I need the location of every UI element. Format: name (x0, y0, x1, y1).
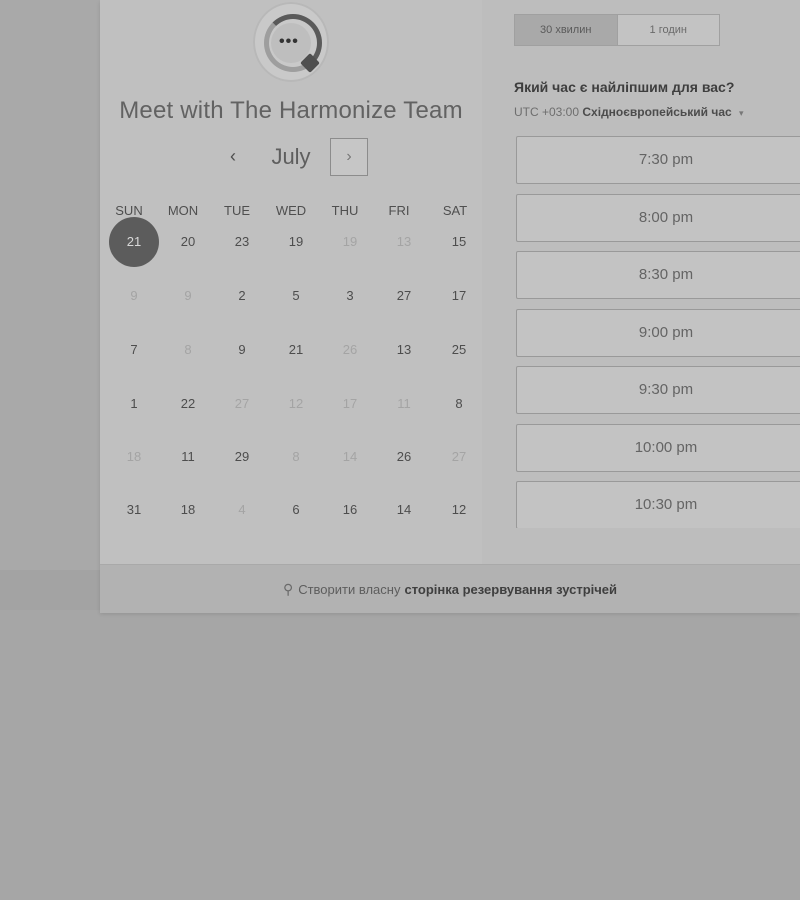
calendar-day: 8 (184, 342, 192, 357)
calendar-day: 26 (342, 342, 358, 357)
calendar-day: 12 (288, 396, 304, 411)
duration-toggle: 30 хвилин 1 годин (514, 14, 720, 46)
calendar-day[interactable]: 23 (215, 232, 269, 252)
footer: ⚲ Створити власну сторінка резервування … (100, 564, 800, 613)
calendar-day[interactable]: 9 (215, 340, 269, 360)
calendar-day[interactable]: 27 (377, 286, 431, 306)
calendar-day: 14 (342, 449, 358, 464)
calendar-day-selected[interactable]: 21 (109, 217, 159, 267)
time-slot-button[interactable]: 10:30 pm (516, 481, 800, 528)
calendar-day[interactable]: 7 (107, 340, 161, 360)
time-slot-button[interactable]: 9:00 pm (516, 308, 800, 357)
calendar-day[interactable]: 12 (432, 500, 486, 520)
meeting-widget: ••• Meet with The Harmonize Team ‹ July … (100, 0, 800, 613)
calendar-day[interactable]: 29 (215, 447, 269, 467)
calendar-day[interactable]: 2 (215, 286, 269, 306)
calendar-day[interactable]: 25 (432, 340, 486, 360)
calendar-day: 19 (342, 234, 358, 249)
time-panel: 30 хвилин 1 годин Який час є найліпшим д… (482, 0, 800, 564)
duration-30-button[interactable]: 30 хвилин (515, 15, 618, 45)
calendar-day[interactable]: 26 (377, 447, 431, 467)
calendar-day[interactable]: 19 (269, 232, 323, 252)
calendar-day[interactable]: 22 (161, 394, 215, 414)
time-slot-button[interactable]: 8:30 pm (516, 251, 800, 299)
calendar-day: 27 (234, 396, 250, 411)
calendar-day[interactable]: 1 (107, 394, 161, 414)
footer-text: Створити власну (298, 581, 401, 597)
calendar-day: 27 (451, 449, 467, 464)
calendar-day: 11 (397, 396, 411, 411)
caret-down-icon: ▾ (739, 108, 744, 118)
calendar-day[interactable]: 21 (269, 340, 323, 360)
calendar-day[interactable]: 3 (323, 286, 377, 306)
calendar-day[interactable]: 15 (432, 232, 486, 252)
hubspot-icon: ⚲ (282, 580, 294, 597)
calendar-day[interactable]: 20 (161, 232, 215, 252)
calendar-grid: 21 20 23 19 19 13 15 9 9 2 5 3 27 17 7 8 9 21 26 13 25 1 22 27 1… (100, 0, 482, 564)
footer-link[interactable]: сторінка резервування зустрічей (404, 582, 617, 597)
calendar-day[interactable]: 6 (269, 500, 323, 520)
calendar-day: 8 (292, 449, 300, 464)
calendar-day[interactable]: 13 (377, 340, 431, 360)
time-slot-button[interactable]: 9:30 pm (516, 366, 800, 414)
calendar-day: 9 (130, 288, 138, 303)
calendar-day[interactable]: 16 (323, 500, 377, 520)
calendar-day: 18 (126, 449, 142, 464)
timezone-name: Східноєвропейський час (582, 105, 732, 119)
timezone-selector[interactable]: UTC +03:00 Східноєвропейський час ▾ (514, 105, 744, 119)
calendar-day: 17 (342, 396, 358, 411)
calendar-day[interactable]: 5 (269, 286, 323, 306)
calendar-day[interactable]: 8 (432, 394, 486, 414)
calendar-day[interactable]: 31 (107, 500, 161, 520)
calendar-day: 4 (238, 502, 246, 517)
calendar-day[interactable]: 11 (161, 447, 215, 467)
calendar-day[interactable]: 18 (161, 500, 215, 520)
time-slot-button[interactable]: 8:00 pm (516, 193, 800, 242)
calendar-day[interactable]: 14 (377, 500, 431, 520)
duration-60-button[interactable]: 1 годин (618, 15, 720, 45)
time-question: Який час є найліпшим для вас? (514, 79, 735, 95)
time-slot-button[interactable]: 10:00 pm (516, 423, 800, 472)
calendar-day[interactable]: 17 (432, 286, 486, 306)
calendar-panel: ••• Meet with The Harmonize Team ‹ July … (100, 0, 482, 564)
calendar-day: 13 (396, 234, 412, 249)
timezone-offset: UTC +03:00 (514, 105, 580, 119)
time-slot-list[interactable]: 7:30 pm 8:00 pm 8:30 pm 9:00 pm 9:30 pm 10:00… (516, 136, 800, 528)
calendar-day: 9 (184, 288, 192, 303)
time-slot-button[interactable]: 7:30 pm (516, 136, 800, 184)
